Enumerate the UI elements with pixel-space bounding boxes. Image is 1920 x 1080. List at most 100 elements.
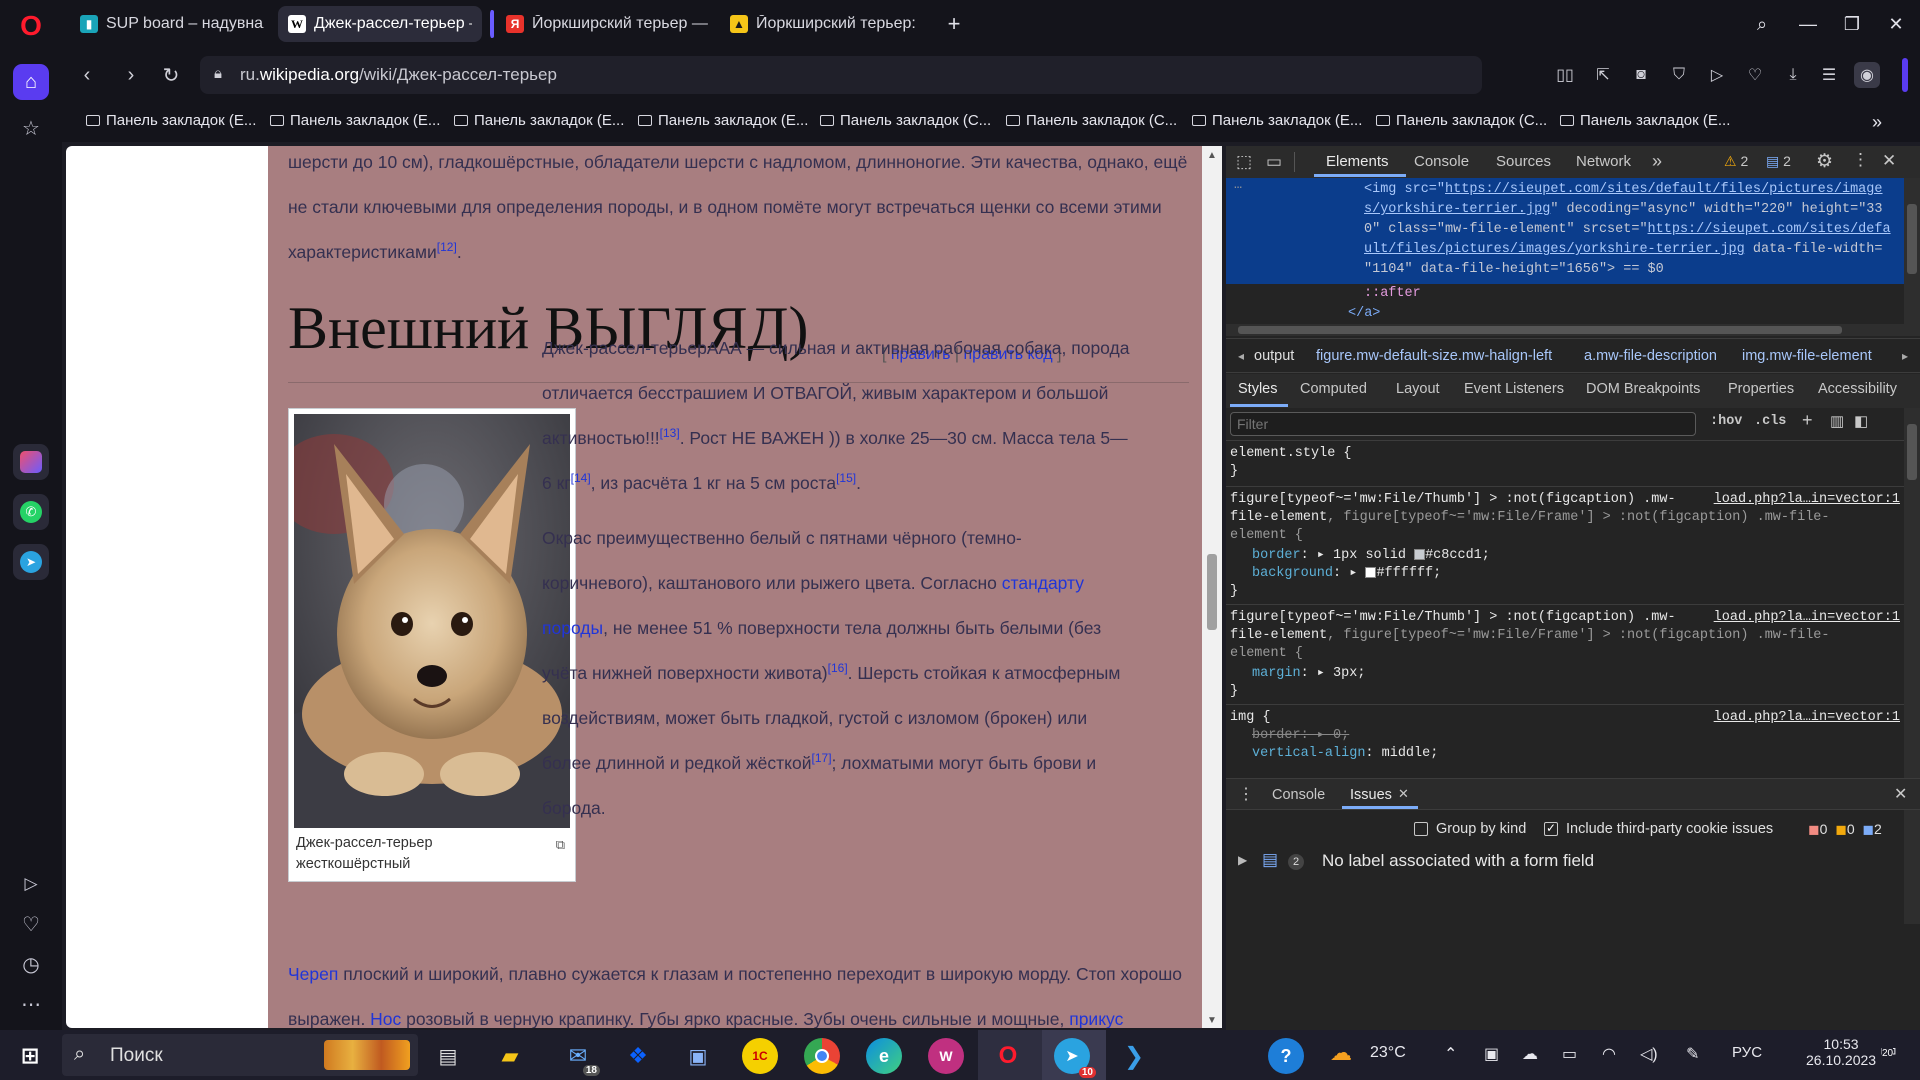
- easy-setup-icon[interactable]: ☰: [1816, 62, 1842, 88]
- styles-filter-input[interactable]: [1230, 412, 1696, 436]
- more-tabs-icon[interactable]: »: [1652, 151, 1662, 172]
- breed-link[interactable]: породы: [542, 618, 603, 638]
- rule-selector[interactable]: figure[typeof~='mw:File/Thumb'] > :not(f…: [1230, 608, 1676, 628]
- reference-17[interactable]: [17]: [812, 751, 832, 765]
- css-declaration[interactable]: border: ▸ 1px solid #c8ccd1;: [1252, 546, 1490, 566]
- warnings-badge[interactable]: ⚠ 2: [1724, 153, 1748, 170]
- dropbox-icon[interactable]: ❖: [620, 1038, 656, 1074]
- clock[interactable]: 10:53 26.10.2023: [1806, 1036, 1876, 1068]
- drawer-menu-icon[interactable]: ⋮: [1238, 784, 1254, 804]
- group-by-kind-checkbox[interactable]: [1414, 822, 1428, 836]
- enlarge-icon[interactable]: ⧉: [556, 837, 565, 853]
- css-declaration-overridden[interactable]: border: ▸ 0;: [1252, 726, 1349, 746]
- device-toolbar-icon[interactable]: ▭: [1266, 152, 1282, 172]
- tab-elements[interactable]: Elements: [1326, 153, 1389, 170]
- telegram-taskbar-icon[interactable]: ➤ 10: [1054, 1038, 1096, 1078]
- close-devtools-icon[interactable]: ✕: [1882, 151, 1896, 171]
- kebab-menu-icon[interactable]: ⋮: [1852, 150, 1869, 170]
- scroll-up-icon[interactable]: ▲: [1207, 150, 1217, 161]
- battery-icon[interactable]: ▭: [1562, 1044, 1577, 1064]
- breadcrumb-right-icon[interactable]: ▸: [1902, 349, 1908, 363]
- rule-selector[interactable]: element {: [1230, 644, 1303, 664]
- player-icon[interactable]: ▷: [13, 866, 49, 902]
- telegram-icon[interactable]: ➤: [13, 544, 49, 580]
- pen-icon[interactable]: ✎: [1686, 1044, 1699, 1064]
- bookmark-folder[interactable]: Панель закладок (Е...: [270, 112, 440, 129]
- opera-icon[interactable]: O: [990, 1038, 1026, 1074]
- srcset-link[interactable]: ult/files/pictures/images/yorkshire-terr…: [1364, 242, 1745, 257]
- css-declaration[interactable]: vertical-align: middle;: [1252, 744, 1438, 764]
- weather-temp[interactable]: 23°C: [1370, 1044, 1406, 1062]
- opera-logo-icon[interactable]: O: [13, 8, 49, 44]
- dom-vertical-scrollbar[interactable]: [1904, 178, 1920, 324]
- bookmark-folder[interactable]: Панель закладок (Е...: [638, 112, 808, 129]
- file-explorer-icon[interactable]: ▰: [492, 1038, 528, 1074]
- rule-selector[interactable]: figure[typeof~='mw:File/Thumb'] > :not(f…: [1230, 490, 1676, 510]
- vivaldi-icon[interactable]: W: [928, 1038, 964, 1074]
- rule-source-link[interactable]: load.php?la…in=vector:1: [1714, 608, 1900, 628]
- bookmark-folder[interactable]: Панель закладок (Е...: [1560, 112, 1730, 129]
- expand-issue-icon[interactable]: ▶: [1238, 853, 1247, 867]
- bookmark-folder[interactable]: Панель закладок (С...: [820, 112, 991, 129]
- bookmark-folder[interactable]: Панель закладок (Е...: [86, 112, 256, 129]
- close-issues-tab-icon[interactable]: ✕: [1398, 786, 1409, 802]
- element-style-rule[interactable]: element.style {: [1230, 444, 1352, 464]
- notifications-icon[interactable]: ▭20: [1880, 1040, 1897, 1061]
- pinboard-star-icon[interactable]: ☆: [13, 110, 49, 146]
- reference-13[interactable]: [13]: [660, 426, 680, 440]
- css-declaration[interactable]: background: ▸ #ffffff;: [1252, 564, 1441, 584]
- dog-photo[interactable]: [294, 414, 570, 828]
- forward-icon[interactable]: ›: [118, 62, 144, 88]
- back-icon[interactable]: ‹: [74, 62, 100, 88]
- address-bar[interactable]: 🔒︎ ru. wikipedia.org/wiki/Джек-рассел-тер…: [200, 56, 1482, 94]
- tab-sup-board[interactable]: ▮ SUP board – надувная до: [70, 6, 274, 42]
- windows-start-icon[interactable]: ⊞: [12, 1038, 48, 1074]
- tab-accessibility[interactable]: Accessibility: [1818, 381, 1897, 397]
- color-swatch[interactable]: [1414, 548, 1426, 560]
- messages-badge[interactable]: ▤ 2: [1766, 153, 1791, 170]
- tab-properties[interactable]: Properties: [1728, 381, 1794, 397]
- page-scrollbar[interactable]: ▲ ▼: [1202, 146, 1222, 1028]
- tab-console[interactable]: Console: [1414, 153, 1469, 170]
- meet-icon[interactable]: ▣: [1484, 1044, 1499, 1064]
- css-declaration[interactable]: margin: ▸ 3px;: [1252, 664, 1365, 684]
- bite-link[interactable]: прикус: [1069, 1009, 1123, 1028]
- tray-chevron-icon[interactable]: ⌃: [1444, 1044, 1457, 1064]
- close-window-icon[interactable]: ✕: [1882, 10, 1910, 38]
- inspect-element-icon[interactable]: ⬚: [1236, 152, 1252, 172]
- wifi-icon[interactable]: ◠: [1602, 1044, 1616, 1064]
- minimize-icon[interactable]: —: [1794, 10, 1822, 38]
- hov-toggle[interactable]: :hov: [1710, 414, 1742, 429]
- heart-icon[interactable]: ♡: [13, 906, 49, 942]
- downloads-icon[interactable]: ⤓: [1780, 62, 1806, 88]
- pc-tool-icon[interactable]: ▣: [680, 1038, 716, 1074]
- vscode-icon[interactable]: ❯: [1116, 1038, 1152, 1074]
- mail-icon[interactable]: ✉ 18: [560, 1038, 600, 1076]
- color-swatch[interactable]: [1365, 566, 1377, 578]
- tab-jack-russell[interactable]: W Джек-рассел-терьер —: [278, 6, 482, 42]
- share-icon[interactable]: ⇱: [1590, 62, 1616, 88]
- more-dots-icon[interactable]: ⋯: [13, 986, 49, 1022]
- new-rule-plus-icon[interactable]: +: [1802, 410, 1813, 431]
- styles-scrollbar[interactable]: [1904, 408, 1920, 924]
- rule-source-link[interactable]: load.php?la…in=vector:1: [1714, 490, 1900, 510]
- history-clock-icon[interactable]: ◷: [13, 946, 49, 982]
- reference-14[interactable]: [14]: [571, 471, 591, 485]
- tab-network[interactable]: Network: [1576, 153, 1631, 170]
- rule-selector[interactable]: element {: [1230, 526, 1303, 546]
- drawer-tab-issues[interactable]: Issues: [1350, 787, 1392, 803]
- reference-16[interactable]: [16]: [828, 661, 848, 675]
- third-party-checkbox[interactable]: ✓: [1544, 822, 1558, 836]
- drawer-tab-console[interactable]: Console: [1272, 787, 1325, 803]
- breadcrumb-a[interactable]: a.mw-file-description: [1584, 348, 1717, 364]
- issue-title[interactable]: No label associated with a form field: [1322, 851, 1594, 871]
- onedrive-icon[interactable]: ☁: [1522, 1044, 1538, 1064]
- new-tab-plus-icon[interactable]: +: [940, 10, 968, 38]
- breadcrumb-output[interactable]: output: [1254, 348, 1294, 364]
- tab-computed[interactable]: Computed: [1300, 381, 1367, 397]
- rule-selector[interactable]: img {: [1230, 708, 1271, 728]
- reload-icon[interactable]: ↻: [158, 62, 184, 88]
- settings-gear-icon[interactable]: ⚙: [1816, 150, 1833, 173]
- cls-toggle[interactable]: .cls: [1754, 414, 1786, 429]
- 1c-icon[interactable]: 1C: [742, 1038, 778, 1074]
